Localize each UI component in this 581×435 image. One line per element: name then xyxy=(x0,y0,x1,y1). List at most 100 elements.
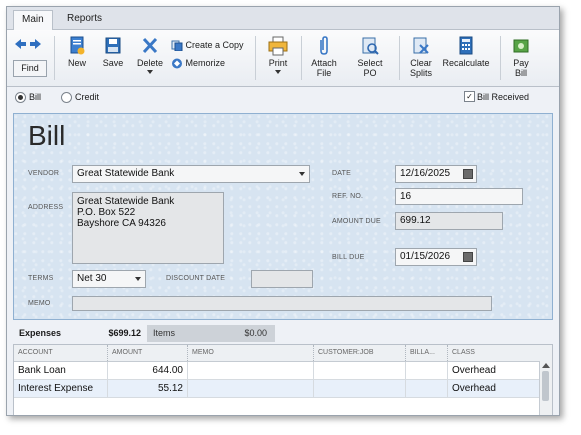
credit-radio[interactable] xyxy=(61,92,72,103)
attach-file-label-2: File xyxy=(316,68,332,78)
vendor-dropdown-chevron-icon[interactable] xyxy=(299,172,305,176)
date-label: DATE xyxy=(332,170,351,177)
create-copy-label: Create a Copy xyxy=(185,40,244,50)
new-document-icon xyxy=(70,36,85,55)
amount-due-field: 699.12 xyxy=(395,212,503,230)
cell-billable[interactable] xyxy=(406,380,448,397)
attach-file-label-1: Attach xyxy=(311,58,337,68)
clear-splits-button[interactable]: Clear Splits xyxy=(404,36,438,78)
discount-date-field[interactable] xyxy=(251,270,313,288)
column-header-customer-job[interactable]: CUSTOMER:JOB xyxy=(314,345,406,361)
table-row[interactable] xyxy=(14,398,539,415)
memorize-icon xyxy=(172,58,182,69)
terms-field[interactable]: Net 30 xyxy=(72,270,146,288)
cell-customer-job[interactable] xyxy=(314,380,406,397)
cell-class[interactable]: Overhead xyxy=(448,362,539,379)
grid-vertical-scrollbar[interactable] xyxy=(539,361,552,415)
cell-account[interactable]: Bank Loan xyxy=(14,362,108,379)
bill-window: Main Reports Find New Save Delete Create… xyxy=(6,6,560,416)
save-button[interactable]: Save xyxy=(97,36,129,68)
items-tab-label: Items xyxy=(153,328,176,338)
table-row[interactable]: Interest Expense 55.12 Overhead xyxy=(14,380,539,398)
vendor-label: VENDOR xyxy=(28,170,60,177)
delete-x-icon xyxy=(142,37,158,54)
date-field[interactable]: 12/16/2025 xyxy=(395,165,477,183)
print-button[interactable]: Print xyxy=(263,36,293,74)
tab-reports[interactable]: Reports xyxy=(59,10,110,29)
bill-form-panel: Bill VENDOR Great Statewide Bank ADDRESS… xyxy=(13,113,553,320)
address-field[interactable]: Great Statewide Bank P.O. Box 522 Baysho… xyxy=(72,192,224,264)
create-copy-button[interactable]: Create a Copy xyxy=(171,40,244,52)
attach-file-button[interactable]: Attach File xyxy=(307,36,341,78)
expenses-tab-label: Expenses xyxy=(19,328,62,338)
cell-memo[interactable] xyxy=(188,362,314,379)
bill-radio[interactable] xyxy=(15,92,26,103)
memo-label: MEMO xyxy=(28,300,51,307)
pay-bill-label-2: Bill xyxy=(514,68,527,78)
column-header-account[interactable]: ACCOUNT xyxy=(14,345,108,361)
cell-class[interactable]: Overhead xyxy=(448,380,539,397)
toolbar: Find New Save Delete Create a Copy Memor… xyxy=(7,30,559,87)
detail-tabs: Expenses $699.12 Items $0.00 xyxy=(13,325,551,343)
ref-no-field[interactable]: 16 xyxy=(395,188,523,205)
save-label: Save xyxy=(102,58,124,68)
tab-expenses[interactable]: Expenses $699.12 xyxy=(13,325,145,342)
new-label: New xyxy=(67,58,86,68)
prev-next-arrows-icon[interactable] xyxy=(14,38,42,50)
bill-title: Bill xyxy=(28,120,66,151)
terms-dropdown-chevron-icon[interactable] xyxy=(135,277,141,281)
copy-icon xyxy=(171,40,183,52)
delete-button[interactable]: Delete xyxy=(133,36,167,74)
print-label: Print xyxy=(268,58,288,68)
items-tab-total: $0.00 xyxy=(244,328,267,338)
column-header-billable[interactable]: BILLA... xyxy=(406,345,448,361)
memorize-button[interactable]: Memorize xyxy=(171,58,225,69)
date-value: 12/16/2025 xyxy=(400,168,451,179)
vendor-value: Great Statewide Bank xyxy=(77,168,175,179)
cell-customer-job[interactable] xyxy=(314,362,406,379)
find-button[interactable]: Find xyxy=(13,60,47,77)
tab-main[interactable]: Main xyxy=(13,10,53,30)
recalculate-button[interactable]: Recalculate xyxy=(441,36,491,68)
cell-billable[interactable] xyxy=(406,362,448,379)
amount-due-label: AMOUNT DUE xyxy=(332,218,381,225)
column-header-class[interactable]: CLASS xyxy=(448,345,540,361)
print-dropdown-chevron-icon[interactable] xyxy=(275,70,281,74)
bill-due-field[interactable]: 01/15/2026 xyxy=(395,248,477,266)
pay-bill-button[interactable]: Pay Bill xyxy=(506,36,536,78)
bill-received-checkbox[interactable]: ✓ xyxy=(464,91,475,102)
grid-header: ACCOUNT AMOUNT MEMO CUSTOMER:JOB BILLA..… xyxy=(14,345,552,362)
recalculate-label: Recalculate xyxy=(442,58,490,68)
pay-bill-label-1: Pay xyxy=(513,58,529,68)
memorize-label: Memorize xyxy=(185,58,226,68)
calendar-icon[interactable] xyxy=(463,252,473,262)
terms-value: Net 30 xyxy=(77,273,107,284)
cell-account[interactable]: Interest Expense xyxy=(14,380,108,397)
clear-splits-label-1: Clear xyxy=(410,58,432,68)
table-row[interactable]: Bank Loan 644.00 Overhead xyxy=(14,362,539,380)
delete-dropdown-chevron-icon[interactable] xyxy=(147,70,153,74)
navigation-group: Find xyxy=(11,36,49,80)
bill-radio-label: Bill xyxy=(29,92,42,102)
expenses-tab-total: $699.12 xyxy=(108,328,141,338)
cell-amount[interactable]: 644.00 xyxy=(108,362,188,379)
bill-received-label: Bill Received xyxy=(477,92,530,102)
calendar-icon[interactable] xyxy=(463,169,473,179)
credit-radio-label: Credit xyxy=(75,92,100,102)
scroll-up-arrow-icon[interactable] xyxy=(542,363,550,368)
tab-items[interactable]: Items $0.00 xyxy=(147,325,275,342)
new-button[interactable]: New xyxy=(61,36,93,68)
scroll-thumb[interactable] xyxy=(542,371,549,401)
cell-memo[interactable] xyxy=(188,380,314,397)
bill-due-value: 01/15/2026 xyxy=(400,251,451,262)
select-po-icon xyxy=(362,37,379,55)
memo-field[interactable] xyxy=(72,296,492,311)
clear-splits-label-2: Splits xyxy=(409,68,432,78)
vendor-field[interactable]: Great Statewide Bank xyxy=(72,165,310,183)
select-po-button[interactable]: Select PO xyxy=(353,36,387,78)
ref-no-label: REF. NO. xyxy=(332,193,364,200)
column-header-amount[interactable]: AMOUNT xyxy=(108,345,188,361)
cell-amount[interactable]: 55.12 xyxy=(108,380,188,397)
ribbon-tab-bar: Main Reports xyxy=(7,7,559,30)
column-header-memo[interactable]: MEMO xyxy=(188,345,314,361)
